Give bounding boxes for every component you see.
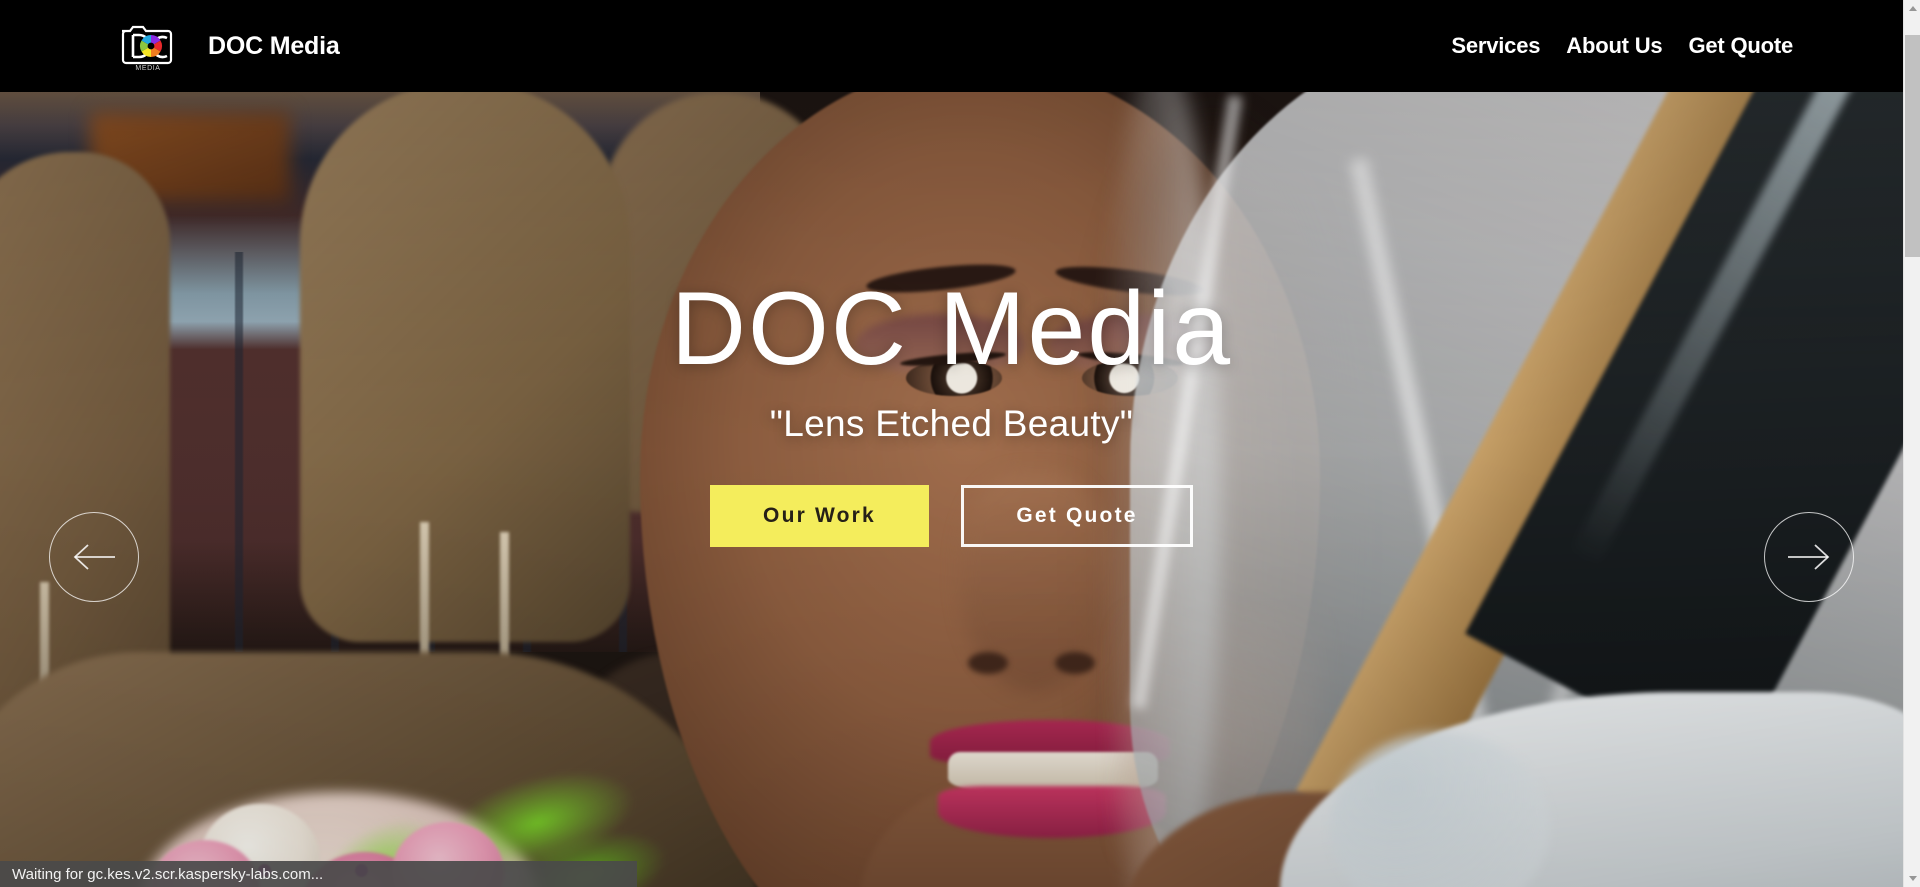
- browser-viewport: MEDIA DOC Media Services About Us Get Qu…: [0, 0, 1920, 887]
- scrollbar-up-button[interactable]: [1904, 0, 1920, 17]
- arrow-right-icon: [1786, 541, 1832, 573]
- brand-logo-link[interactable]: MEDIA DOC Media: [118, 17, 340, 75]
- get-quote-button[interactable]: Get Quote: [961, 485, 1193, 547]
- scrollbar-thumb[interactable]: [1905, 35, 1920, 257]
- svg-text:MEDIA: MEDIA: [135, 65, 160, 72]
- page-content-area: MEDIA DOC Media Services About Us Get Qu…: [0, 0, 1903, 887]
- our-work-button[interactable]: Our Work: [710, 485, 929, 547]
- nav-link-services[interactable]: Services: [1451, 33, 1540, 59]
- brand-name: DOC Media: [208, 31, 340, 60]
- carousel-prev-button[interactable]: [49, 512, 139, 602]
- camera-aperture-logo-icon: MEDIA: [118, 17, 178, 75]
- carousel-next-button[interactable]: [1764, 512, 1854, 602]
- main-navigation: Services About Us Get Quote: [1451, 33, 1793, 59]
- hero-title: DOC Media: [670, 271, 1233, 387]
- triangle-down-icon: [1908, 876, 1917, 881]
- hero-content: DOC Media "Lens Etched Beauty" Our Work …: [0, 92, 1903, 887]
- browser-status-bar: Waiting for gc.kes.v2.scr.kaspersky-labs…: [0, 861, 637, 887]
- hero-action-buttons: Our Work Get Quote: [710, 485, 1193, 547]
- page-scrollbar[interactable]: [1903, 0, 1920, 887]
- status-bar-text: Waiting for gc.kes.v2.scr.kaspersky-labs…: [12, 865, 324, 883]
- arrow-left-icon: [71, 541, 117, 573]
- nav-link-get-quote[interactable]: Get Quote: [1688, 33, 1793, 59]
- nav-link-about-us[interactable]: About Us: [1566, 33, 1662, 59]
- site-header: MEDIA DOC Media Services About Us Get Qu…: [0, 0, 1903, 92]
- hero-section: DOC Media "Lens Etched Beauty" Our Work …: [0, 92, 1903, 887]
- hero-tagline: "Lens Etched Beauty": [769, 403, 1134, 444]
- triangle-up-icon: [1908, 6, 1917, 11]
- scrollbar-down-button[interactable]: [1904, 870, 1920, 887]
